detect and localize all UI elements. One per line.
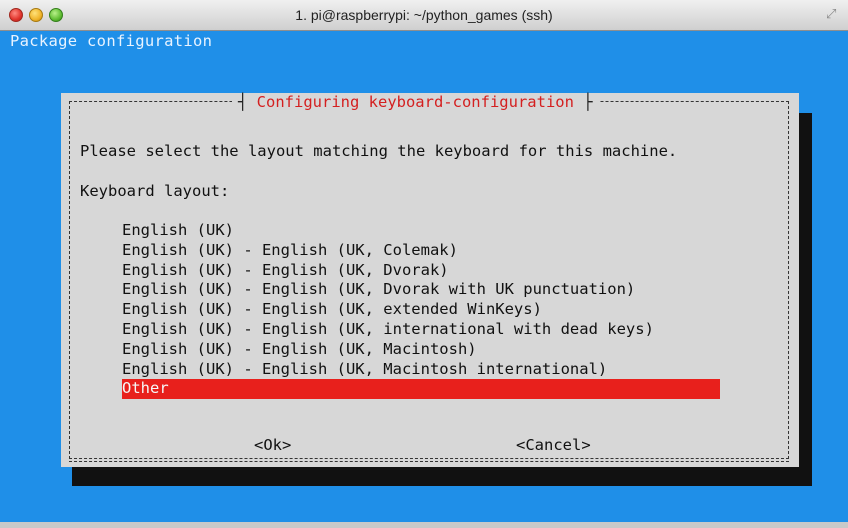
terminal-screen[interactable]: Package configuration ┤ Configuring keyb… [6,31,842,522]
keyboard-configuration-dialog: ┤ Configuring keyboard-configuration ├ P… [61,93,799,467]
list-item[interactable]: English (UK) - English (UK, Macintosh) [122,340,722,360]
keyboard-layout-list[interactable]: English (UK) English (UK) - English (UK,… [122,221,722,400]
list-item[interactable]: English (UK) - English (UK, Colemak) [122,241,722,261]
window-bottom-edge [0,522,848,528]
title-bar: 1. pi@raspberrypi: ~/python_games (ssh) … [0,0,848,31]
list-item[interactable]: English (UK) - English (UK, extended Win… [122,300,722,320]
list-item[interactable]: English (UK) - English (UK, Dvorak) [122,261,722,281]
dialog-title-text: Configuring keyboard-configuration [256,93,574,111]
package-configuration-header: Package configuration [10,32,213,50]
title-left-bracket: ┤ [238,93,257,111]
cancel-button[interactable]: <Cancel> [516,435,591,455]
terminal-window: 1. pi@raspberrypi: ~/python_games (ssh) … [0,0,848,528]
list-item[interactable]: English (UK) - English (UK, internationa… [122,320,722,340]
keyboard-layout-label: Keyboard layout: [80,182,230,200]
dialog-frame-bottom [69,461,789,462]
list-item[interactable]: English (UK) - English (UK, Macintosh in… [122,360,722,380]
dialog-title: ┤ Configuring keyboard-configuration ├ [232,93,599,111]
window-title: 1. pi@raspberrypi: ~/python_games (ssh) [295,7,553,23]
ok-button[interactable]: <Ok> [254,435,291,455]
dialog-prompt: Please select the layout matching the ke… [80,142,678,160]
list-item-selected[interactable]: Other [122,379,720,400]
list-item[interactable]: English (UK) [122,221,722,241]
title-right-bracket: ├ [573,93,593,111]
fullscreen-icon[interactable]: ⤢ [826,7,840,21]
list-item[interactable]: English (UK) - English (UK, Dvorak with … [122,280,722,300]
